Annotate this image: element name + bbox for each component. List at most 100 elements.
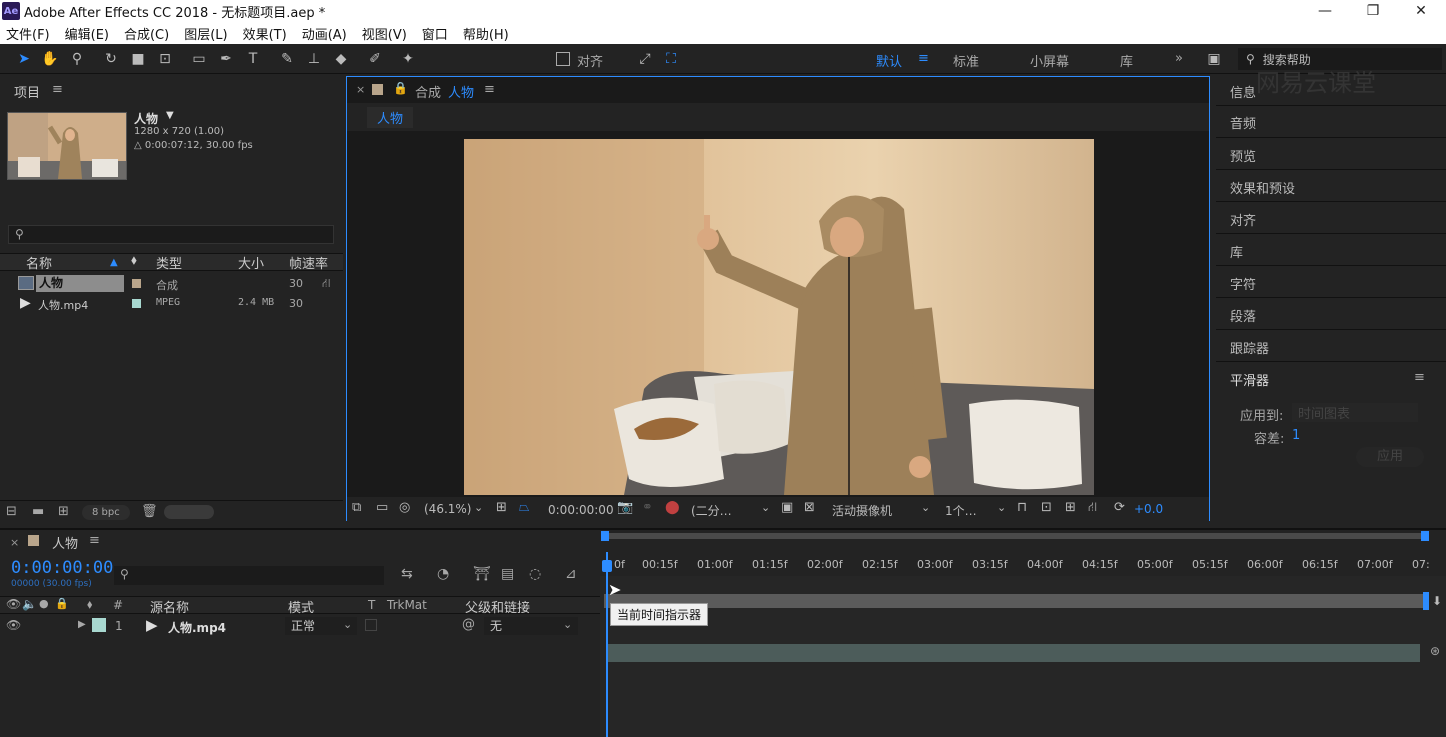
reset-exposure-icon[interactable]: ⟳ <box>1114 500 1125 515</box>
trash-icon[interactable]: 🗑 <box>141 504 158 519</box>
rotation-tool-icon[interactable]: ↻ <box>101 50 121 68</box>
project-panel-title[interactable]: 项目 <box>14 82 40 101</box>
hide-shy-layers-icon[interactable]: ⛩ <box>473 566 491 582</box>
menu-file[interactable]: 文件(F) <box>6 24 50 43</box>
chevron-down-icon[interactable]: ⌄ <box>563 618 572 631</box>
comp-mini-flowchart-icon[interactable]: ⇆ <box>401 566 413 582</box>
navigator-start-handle[interactable] <box>601 531 609 541</box>
pan-behind-tool-icon[interactable]: ⊡ <box>155 50 175 68</box>
views-select[interactable]: 1个… <box>945 502 977 519</box>
workspace-small-screen[interactable]: 小屏幕 <box>1030 51 1069 70</box>
column-source-name[interactable]: 源名称 <box>150 597 189 616</box>
graph-editor-icon[interactable]: ⊿ <box>565 566 577 582</box>
snapping-options-icon[interactable]: ⛶ <box>661 50 681 68</box>
pick-whip-icon[interactable]: @ <box>462 617 475 632</box>
project-row[interactable]: ▶ 人物.mp4 MPEG 2.4 MB 30 <box>0 295 343 313</box>
work-area-end-handle[interactable] <box>1423 592 1429 610</box>
close-tab-icon[interactable]: × <box>10 536 19 549</box>
mask-path-icon[interactable]: ⏢ <box>519 500 529 515</box>
camera-tool-icon[interactable]: ■ <box>128 50 148 68</box>
show-snapshot-icon[interactable]: ⚭ <box>642 500 653 515</box>
flowchart-icon[interactable]: ⛙ <box>1088 500 1097 517</box>
menu-window[interactable]: 窗口 <box>422 24 448 43</box>
lock-icon[interactable]: 🔒 <box>393 81 408 95</box>
time-ruler[interactable]: 0f 00:15f 01:00f 01:15f 02:00f 02:15f 03… <box>600 552 1446 576</box>
panel-info[interactable]: 信息 <box>1230 82 1256 101</box>
brush-tool-icon[interactable]: ✎ <box>277 50 297 68</box>
comp-marker-bin-icon[interactable]: ⬇ <box>1432 594 1442 608</box>
layer-row[interactable]: 👁 ▶ 1 ▶ 人物.mp4 正常 ⌄ @ 无 ⌄ <box>0 616 600 636</box>
workspace-standard[interactable]: 标准 <box>953 51 979 70</box>
label-color-swatch[interactable] <box>132 299 141 308</box>
align-checkbox[interactable] <box>556 52 570 66</box>
mask-visibility-icon[interactable]: ◎ <box>399 500 410 515</box>
column-parent-link[interactable]: 父级和链接 <box>465 597 530 616</box>
interpret-footage-icon[interactable]: ⊟ <box>6 504 17 519</box>
navigator-end-handle[interactable] <box>1421 531 1429 541</box>
maximize-button[interactable]: ❐ <box>1350 0 1396 22</box>
column-framerate[interactable]: 帧速率 <box>289 253 328 272</box>
snapshot-camera-icon[interactable]: 📷 <box>617 500 633 515</box>
label-column-icon[interactable]: ⬧ <box>131 253 137 271</box>
menu-help[interactable]: 帮助(H) <box>463 24 509 43</box>
menu-animation[interactable]: 动画(A) <box>302 24 347 43</box>
panel-audio[interactable]: 音频 <box>1230 113 1256 132</box>
current-time-indicator-head[interactable] <box>602 560 612 572</box>
exposure-value[interactable]: +0.0 <box>1134 502 1163 516</box>
chevron-down-icon[interactable]: ⌄ <box>343 618 352 631</box>
menu-edit[interactable]: 编辑(E) <box>65 24 109 43</box>
comp-tab-name[interactable]: 人物 <box>448 82 474 101</box>
apply-to-select[interactable]: 时间图表 <box>1292 403 1418 422</box>
close-window-button[interactable]: ✕ <box>1398 0 1444 22</box>
time-navigator-bar[interactable] <box>605 533 1427 539</box>
column-trkmat[interactable]: TrkMat <box>387 598 427 612</box>
hand-tool-icon[interactable]: ✋ <box>40 50 60 68</box>
column-index[interactable]: # <box>113 598 123 612</box>
timeline-comp-name[interactable]: 人物 <box>52 533 78 552</box>
resolution-select[interactable]: (二分… <box>691 502 732 519</box>
preserve-transparency-checkbox[interactable] <box>365 619 377 631</box>
timeline-search-input[interactable]: ⚲ <box>114 566 384 585</box>
panel-smoother-title[interactable]: 平滑器 <box>1230 370 1269 389</box>
column-size[interactable]: 大小 <box>238 253 264 272</box>
lock-icon[interactable]: 🔒 <box>55 597 69 610</box>
timeline-icon[interactable]: ⊞ <box>1065 500 1076 515</box>
channels-icon[interactable]: ⬤ <box>665 500 680 515</box>
fast-previews-icon[interactable]: ⊡ <box>1041 500 1052 515</box>
apply-button[interactable]: 应用 <box>1356 447 1424 467</box>
motion-blur-icon[interactable]: ◌ <box>529 566 541 582</box>
menu-view[interactable]: 视图(V) <box>362 24 407 43</box>
workspace-menu-icon[interactable]: ≡ <box>918 51 929 66</box>
panel-effects-presets[interactable]: 效果和预设 <box>1230 178 1295 197</box>
safe-areas-icon[interactable]: ⊞ <box>496 500 507 515</box>
panel-menu-icon[interactable]: ≡ <box>52 82 63 97</box>
work-area-bar[interactable] <box>604 594 1426 608</box>
layer-name[interactable]: 人物.mp4 <box>168 619 226 636</box>
eraser-tool-icon[interactable]: ◆ <box>331 50 351 68</box>
tolerance-value[interactable]: 1 <box>1292 428 1300 443</box>
comp-timecode[interactable]: 0:00:00:00 <box>548 503 614 517</box>
selection-tool-icon[interactable]: ➤ <box>14 50 34 68</box>
toggle-pixel-aspect-icon[interactable]: ⊓ <box>1017 500 1027 515</box>
project-search-input[interactable]: ⚲ <box>8 225 334 244</box>
label-column-icon[interactable]: ⬧ <box>87 597 92 612</box>
panel-menu-icon[interactable]: ≡ <box>1414 370 1425 385</box>
video-visibility-icon[interactable]: 👁 <box>6 597 21 611</box>
comp-button-icon[interactable]: ⊛ <box>1430 644 1440 658</box>
transparency-grid-icon[interactable]: ⊠ <box>804 500 815 515</box>
new-folder-icon[interactable]: ▬ <box>32 504 44 519</box>
audio-icon[interactable]: 🔈 <box>22 597 37 611</box>
panel-menu-icon[interactable]: ≡ <box>89 533 100 548</box>
flowchart-icon[interactable]: ⛙ <box>322 276 330 292</box>
column-mode[interactable]: 模式 <box>288 597 314 616</box>
label-color-swatch[interactable] <box>132 279 141 288</box>
snap-icon[interactable]: ⤢ <box>635 50 655 68</box>
menu-composition[interactable]: 合成(C) <box>124 24 169 43</box>
chevron-down-icon[interactable]: ⌄ <box>761 501 770 514</box>
vr-view-icon[interactable]: ▭ <box>376 500 388 515</box>
rectangle-tool-icon[interactable]: ▭ <box>189 50 209 68</box>
workspace-default[interactable]: 默认 <box>876 51 902 70</box>
comp-tab-prefix[interactable]: 合成 <box>415 82 441 101</box>
comp-flow-name[interactable]: 人物 <box>367 107 414 128</box>
menu-effect[interactable]: 效果(T) <box>243 24 287 43</box>
